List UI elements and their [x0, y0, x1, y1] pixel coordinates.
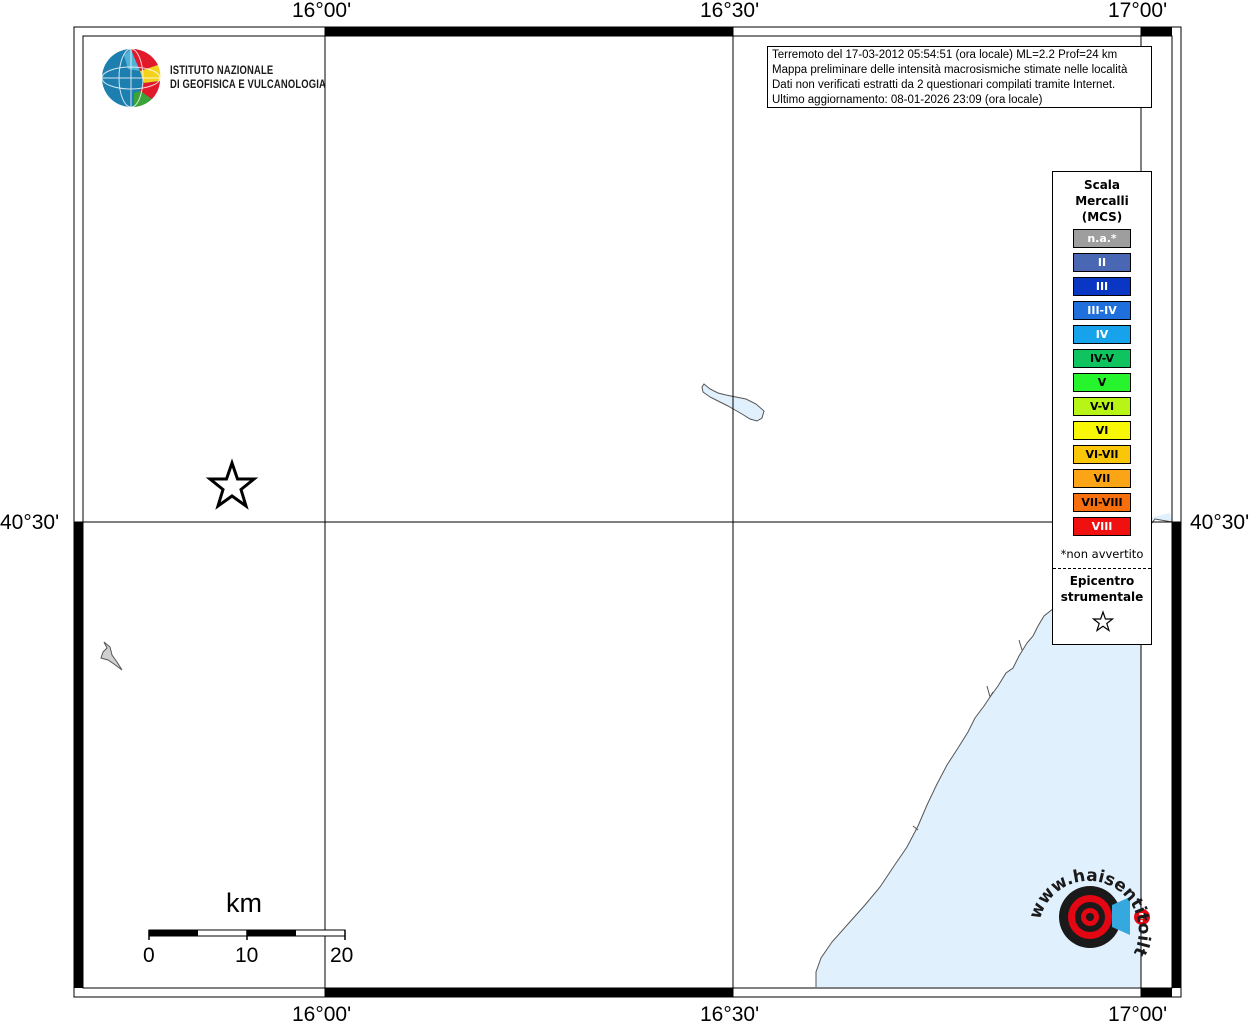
legend-title-line1: Scala [1083, 178, 1121, 192]
scalebar-tick: 0 [143, 944, 155, 967]
top-axis-label: 17°00' [1108, 0, 1168, 22]
small-lake [100, 641, 123, 671]
legend-star-icon [1091, 610, 1115, 633]
frame-segment [74, 522, 83, 988]
legend-item-vi: VI [1073, 421, 1131, 440]
legend-title-line2: Mercalli [1075, 194, 1129, 208]
legend-title-line3: (MCS) [1081, 210, 1123, 224]
ingv-logo-icon [101, 48, 161, 108]
scalebar-tick: 10 [235, 944, 259, 967]
institute-name-line1: ISTITUTO NAZIONALE [170, 65, 274, 77]
legend-item-ivv: IV-V [1073, 349, 1131, 368]
epicentre-star-icon[interactable] [205, 458, 259, 510]
legend-divider [1053, 568, 1151, 569]
bottom-axis-label: 17°00' [1108, 1003, 1168, 1026]
legend-item-iiiiv: III-IV [1073, 301, 1131, 320]
legend-epicentre-line2: strumentale [1060, 590, 1144, 604]
legend-item-iii: III [1073, 277, 1131, 296]
legend-note: *non avvertito [1060, 547, 1144, 561]
coast-inlet-2 [1018, 639, 1023, 651]
frame-segment [1172, 522, 1181, 988]
right-axis-label: 40°30' [1190, 511, 1250, 534]
legend-item-viiviii: VII-VIII [1073, 493, 1131, 512]
legend-item-na: n.a.* [1073, 229, 1131, 248]
institute-name-line2: DI GEOFISICA E VULCANOLOGIA [170, 79, 327, 91]
legend-epicentre-label: Epicentro strumentale [1053, 573, 1151, 605]
frame-segment [1141, 27, 1172, 36]
legend-item-iv: IV [1073, 325, 1131, 344]
legend-item-vvi: V-VI [1073, 397, 1131, 416]
info-line-4: Ultimo aggiornamento: 08-01-2026 23:09 (… [772, 94, 1043, 106]
bottom-axis-label: 16°00' [292, 1003, 352, 1026]
left-axis-label: 40°30' [0, 511, 60, 534]
haisentito-logo-icon[interactable]: ? www.haisentitoilterremoto.it [1020, 855, 1160, 980]
legend-title: Scala Mercalli (MCS) [1053, 177, 1151, 225]
scalebar [148, 929, 346, 940]
legend-item-ii: II [1073, 253, 1131, 272]
frame-segment [1141, 988, 1172, 997]
legend-item-vivii: VI-VII [1073, 445, 1131, 464]
legend-item-vii: VII [1073, 469, 1131, 488]
info-line-3: Dati non verificati estratti da 2 questi… [772, 79, 1116, 91]
institute-name: ISTITUTO NAZIONALE DI GEOFISICA E VULCAN… [170, 64, 326, 92]
top-axis-label: 16°30' [700, 0, 760, 22]
info-line-1: Terremoto del 17-03-2012 05:54:51 (ora l… [772, 49, 1118, 61]
top-axis-label: 16°00' [292, 0, 352, 22]
info-line-2: Mappa preliminare delle intensità macros… [772, 64, 1128, 76]
legend-item-v: V [1073, 373, 1131, 392]
frame-segment [325, 988, 733, 997]
scalebar-tick: 20 [330, 944, 354, 967]
scalebar-unit: km [226, 888, 262, 918]
bottom-axis-label: 16°30' [700, 1003, 760, 1026]
earthquake-info-box: Terremoto del 17-03-2012 05:54:51 (ora l… [767, 46, 1152, 108]
intensity-legend: Scala Mercalli (MCS) n.a.* II III III-IV IV I… [1052, 171, 1152, 645]
legend-item-viii: VIII [1073, 517, 1131, 536]
frame-segment [325, 27, 733, 36]
legend-epicentre-line1: Epicentro [1069, 574, 1135, 588]
